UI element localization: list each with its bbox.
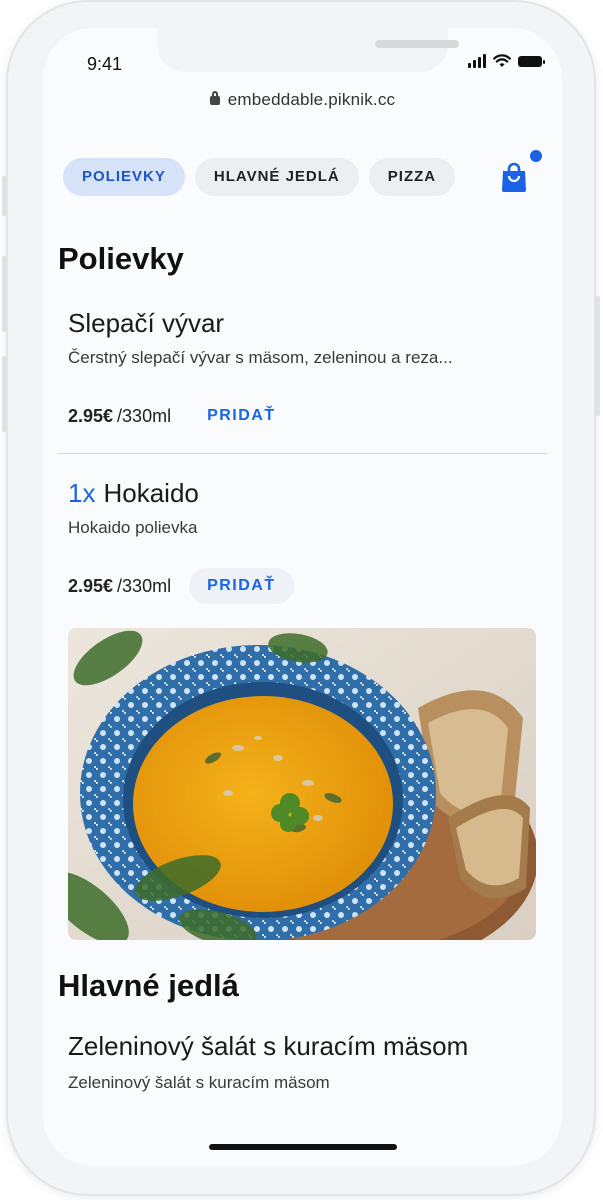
- wifi-icon: [493, 54, 511, 67]
- speaker: [375, 40, 459, 48]
- url-text: embeddable.piknik.cc: [227, 90, 396, 109]
- add-button[interactable]: PRIDAŤ: [189, 568, 294, 604]
- item-description: Hokaido polievka: [68, 518, 198, 537]
- home-indicator[interactable]: [209, 1144, 397, 1150]
- signal-icon: [468, 54, 486, 68]
- item-quantity: 1x: [68, 478, 96, 508]
- section-title-hlavne-jedla: Hlavné jedlá: [58, 968, 239, 1003]
- item-unit: /330ml: [117, 575, 172, 596]
- phone-screen: 9:41 embeddable.piknik.cc POLIEVKY HLAVN…: [43, 28, 562, 1166]
- price-row: 2.95€ /330ml PRIDAŤ: [68, 568, 294, 604]
- add-button[interactable]: PRIDAŤ: [189, 398, 294, 434]
- tab-pizza[interactable]: PIZZA: [368, 158, 456, 196]
- soup-photo: [68, 628, 536, 940]
- item-unit: /330ml: [117, 405, 172, 426]
- item-price: 2.95€: [68, 575, 114, 596]
- lock-icon: [209, 91, 220, 105]
- address-bar[interactable]: embeddable.piknik.cc: [43, 90, 562, 110]
- item-name[interactable]: 1x Hokaido: [68, 478, 199, 509]
- price-row: 2.95€ /330ml PRIDAŤ: [68, 398, 294, 434]
- item-name-text: Hokaido: [103, 478, 199, 508]
- cart-badge: [530, 150, 542, 162]
- item-description: Čerstný slepačí vývar s mäsom, zeleninou…: [68, 348, 453, 367]
- status-icons: [468, 54, 545, 68]
- category-tabs: POLIEVKY HLAVNÉ JEDLÁ PIZZA: [63, 158, 456, 196]
- notch: [157, 28, 459, 72]
- power-button: [596, 296, 600, 416]
- tab-polievky[interactable]: POLIEVKY: [63, 158, 185, 196]
- item-name[interactable]: Zeleninový šalát s kuracím mäsom: [68, 1031, 468, 1062]
- status-time: 9:41: [87, 54, 123, 74]
- item-name[interactable]: Slepačí vývar: [68, 308, 224, 339]
- item-description: Zeleninový šalát s kuracím mäsom: [68, 1073, 330, 1092]
- battery-icon: [518, 55, 545, 67]
- shopping-bag-icon[interactable]: [500, 161, 528, 193]
- divider: [58, 453, 547, 454]
- section-title-polievky: Polievky: [58, 241, 184, 276]
- item-price: 2.95€: [68, 405, 114, 426]
- tab-hlavne-jedla[interactable]: HLAVNÉ JEDLÁ: [194, 158, 359, 196]
